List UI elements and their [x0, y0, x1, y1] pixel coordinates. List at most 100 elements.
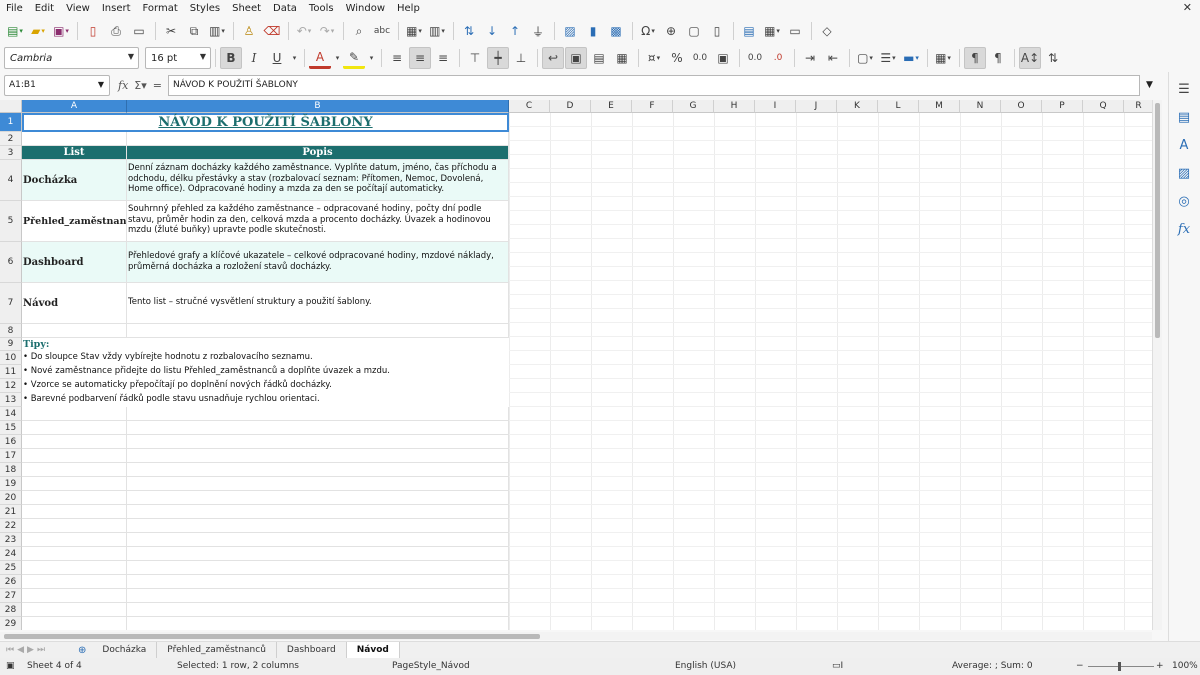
- zoom-in-icon[interactable]: +: [1156, 661, 1164, 671]
- row-header[interactable]: 23: [0, 533, 22, 547]
- special-character-icon[interactable]: Ω ▾: [637, 20, 659, 42]
- clear-formatting-icon[interactable]: ⌫: [261, 20, 283, 42]
- conditional-format-icon[interactable]: ▦ ▾: [932, 47, 954, 69]
- column-header-p[interactable]: P: [1042, 100, 1083, 113]
- sheet-name-cell[interactable]: Přehled_zaměstnanců: [22, 201, 127, 242]
- align-center-icon[interactable]: ≡: [409, 47, 431, 69]
- row-header[interactable]: 22: [0, 519, 22, 533]
- row-header[interactable]: 2: [0, 132, 22, 146]
- row-header[interactable]: 12: [0, 379, 22, 393]
- sheet-name-cell[interactable]: Docházka: [22, 160, 127, 201]
- sheet-desc-cell[interactable]: Přehledové grafy a klíčové ukazatele – c…: [127, 242, 509, 283]
- chevron-down-icon[interactable]: ▼: [98, 80, 104, 89]
- percent-format-button[interactable]: %: [666, 47, 688, 69]
- cell[interactable]: [22, 463, 127, 477]
- font-color-icon[interactable]: A: [309, 47, 331, 69]
- cell[interactable]: [127, 407, 509, 421]
- row-header[interactable]: 17: [0, 449, 22, 463]
- zoom-level[interactable]: 100%: [1172, 661, 1198, 671]
- cell[interactable]: [22, 477, 127, 491]
- menu-file[interactable]: File: [0, 0, 29, 17]
- date-format-icon[interactable]: ▣: [712, 47, 734, 69]
- menu-format[interactable]: Format: [137, 0, 184, 17]
- print-icon[interactable]: ⎙: [105, 20, 127, 42]
- row-header[interactable]: 6: [0, 242, 22, 283]
- cell[interactable]: [127, 435, 509, 449]
- formula-summary[interactable]: Average: ; Sum: 0: [952, 661, 1033, 671]
- column-header-r[interactable]: R: [1124, 100, 1152, 113]
- cell[interactable]: [22, 421, 127, 435]
- row-header[interactable]: 26: [0, 575, 22, 589]
- number-format-icon[interactable]: 0.0: [689, 47, 711, 69]
- function-wizard-icon[interactable]: fx: [118, 79, 128, 92]
- menu-styles[interactable]: Styles: [184, 0, 226, 17]
- properties-icon[interactable]: ▤: [1173, 106, 1195, 128]
- cell[interactable]: [22, 603, 127, 617]
- header-cell-desc[interactable]: Popis: [127, 146, 509, 160]
- menu-tools[interactable]: Tools: [303, 0, 340, 17]
- navigator-icon[interactable]: ◎: [1173, 190, 1195, 212]
- decrease-indent-icon[interactable]: ⇤: [822, 47, 844, 69]
- pivot-table-icon[interactable]: ▩: [605, 20, 627, 42]
- align-top-icon[interactable]: ⊤: [464, 47, 486, 69]
- scrollbar-thumb[interactable]: [4, 634, 540, 639]
- cell[interactable]: [22, 547, 127, 561]
- menu-sheet[interactable]: Sheet: [226, 0, 267, 17]
- cell[interactable]: [127, 589, 509, 603]
- formula-input[interactable]: NÁVOD K POUŽITÍ ŠABLONY: [167, 74, 1140, 96]
- row-header[interactable]: 14: [0, 407, 22, 421]
- clone-formatting-icon[interactable]: ♙: [238, 20, 260, 42]
- cell[interactable]: [22, 575, 127, 589]
- row-header[interactable]: 5: [0, 201, 22, 242]
- border-color-icon[interactable]: ▬ ▾: [900, 47, 922, 69]
- page-style[interactable]: PageStyle_Návod: [392, 661, 470, 671]
- column-header-d[interactable]: D: [550, 100, 591, 113]
- cut-icon[interactable]: ✂: [160, 20, 182, 42]
- select-all-corner[interactable]: [0, 100, 22, 113]
- column-header-n[interactable]: N: [960, 100, 1001, 113]
- zoom-slider[interactable]: [1088, 666, 1154, 667]
- hyperlink-icon[interactable]: ⊕: [660, 20, 682, 42]
- sheet-title-cell[interactable]: NÁVOD K POUŽITÍ ŠABLONY: [22, 113, 509, 132]
- currency-format-icon[interactable]: ¤ ▾: [643, 47, 665, 69]
- column-header-q[interactable]: Q: [1083, 100, 1124, 113]
- cell[interactable]: [22, 561, 127, 575]
- column-header-l[interactable]: L: [878, 100, 919, 113]
- text-direction-rtl-icon[interactable]: ¶: [987, 47, 1009, 69]
- row-header[interactable]: 18: [0, 463, 22, 477]
- column-header-k[interactable]: K: [837, 100, 878, 113]
- export-pdf-icon[interactable]: ▯: [82, 20, 104, 42]
- align-left-icon[interactable]: ≡: [386, 47, 408, 69]
- open-folder-icon[interactable]: ▰ ▾: [27, 20, 49, 42]
- sheet-desc-cell[interactable]: Denní záznam docházky každého zaměstnanc…: [127, 160, 509, 201]
- row-header[interactable]: 19: [0, 477, 22, 491]
- cell[interactable]: [127, 449, 509, 463]
- tab-prehled-zamestnancu[interactable]: Přehled_zaměstnanců: [157, 641, 277, 659]
- expand-formula-icon[interactable]: ▼: [1146, 80, 1153, 90]
- cell[interactable]: [22, 589, 127, 603]
- cell[interactable]: [127, 421, 509, 435]
- spreadsheet-grid[interactable]: A B C D E F G H I J K L M N O P Q R 1 NÁ…: [0, 100, 1152, 630]
- prev-sheet-icon[interactable]: ◀: [17, 645, 24, 655]
- align-right-icon[interactable]: ≡: [432, 47, 454, 69]
- cell[interactable]: [22, 324, 127, 338]
- sort-text-icon[interactable]: ⇅: [1042, 47, 1064, 69]
- horizontal-scrollbar[interactable]: [0, 632, 1152, 640]
- row-header[interactable]: 27: [0, 589, 22, 603]
- column-header-a[interactable]: A: [22, 100, 127, 113]
- styles-icon[interactable]: A: [1173, 134, 1195, 156]
- column-header-f[interactable]: F: [632, 100, 673, 113]
- cell[interactable]: [127, 463, 509, 477]
- split-window-icon[interactable]: ▭: [784, 20, 806, 42]
- row-header[interactable]: 20: [0, 491, 22, 505]
- menu-hamburger-icon[interactable]: ☰: [1173, 78, 1195, 100]
- cell[interactable]: [22, 533, 127, 547]
- font-name-box[interactable]: Cambria ▼: [4, 47, 139, 69]
- row-header[interactable]: 16: [0, 435, 22, 449]
- sum-icon[interactable]: Σ▾: [134, 79, 146, 92]
- cell[interactable]: [127, 547, 509, 561]
- headers-footers-icon[interactable]: ▯: [706, 20, 728, 42]
- menu-edit[interactable]: Edit: [29, 0, 60, 17]
- row-header[interactable]: 21: [0, 505, 22, 519]
- print-preview-icon[interactable]: ▭: [128, 20, 150, 42]
